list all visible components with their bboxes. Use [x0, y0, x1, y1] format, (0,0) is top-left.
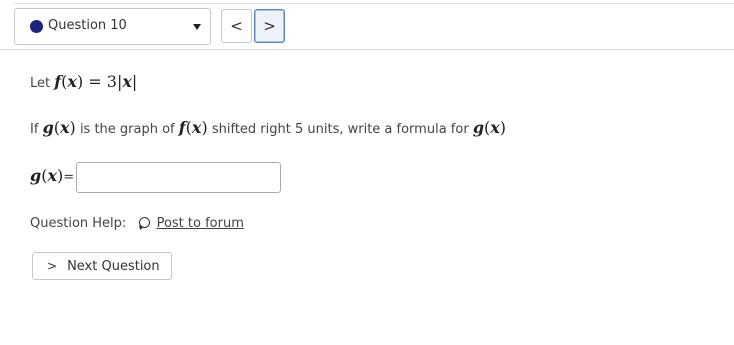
question-status-dot-icon — [30, 20, 43, 33]
f-of-x: f(x) — [178, 118, 208, 137]
next-question-arrow-button[interactable]: > — [254, 9, 285, 43]
post-to-forum-link[interactable]: Post to forum — [157, 216, 244, 231]
x-symbol: x — [191, 118, 202, 137]
question-help: Question Help: Post to forum — [30, 216, 244, 231]
top-divider — [14, 3, 734, 4]
question-navigation: Question 10 < > — [0, 8, 734, 50]
g-symbol: g — [30, 166, 42, 185]
g-symbol: g — [42, 118, 54, 137]
let-text: Let — [30, 76, 51, 91]
next-question-button[interactable]: > Next Question — [32, 252, 172, 280]
chevron-right-icon: > — [47, 259, 58, 273]
prompt-text-1: is the graph of — [79, 122, 175, 137]
x-symbol: x — [67, 72, 77, 91]
g-symbol: g — [472, 118, 484, 137]
chevron-right-icon: > — [263, 17, 276, 35]
answer-input[interactable] — [76, 162, 281, 193]
x-symbol: x — [60, 118, 70, 137]
answer-label: g(x)= — [30, 166, 74, 185]
g-of-x: g(x) — [42, 118, 76, 137]
question-select[interactable]: Question 10 — [14, 8, 211, 45]
prompt-text-2: shifted right 5 units, write a formula f… — [211, 122, 469, 137]
equals-expr: = 3| — [88, 72, 123, 91]
x-symbol: x — [47, 166, 57, 185]
question-select-label: Question 10 — [48, 18, 127, 33]
equals-sign: = — [63, 170, 75, 185]
x-symbol-abs: x — [122, 72, 132, 91]
chevron-left-icon: < — [230, 17, 243, 35]
caret-down-icon — [193, 24, 201, 30]
question-help-label: Question Help: — [30, 216, 127, 231]
question-prompt: If g(x) is the graph of f(x) shifted rig… — [30, 118, 506, 137]
f-symbol: f — [178, 118, 186, 137]
function-expression: f(x) = 3|x| — [54, 72, 138, 91]
forum-chat-icon — [139, 217, 151, 228]
function-definition: Let f(x) = 3|x| — [30, 72, 137, 91]
if-text: If — [30, 122, 39, 137]
g-of-x-end: g(x) — [472, 118, 507, 137]
x-symbol: x — [490, 118, 500, 137]
abs-close: | — [131, 72, 138, 91]
f-symbol: f — [54, 72, 62, 91]
next-question-label: Next Question — [67, 258, 160, 274]
previous-question-button[interactable]: < — [221, 9, 252, 43]
answer-g-of-x: g(x) — [30, 166, 64, 185]
